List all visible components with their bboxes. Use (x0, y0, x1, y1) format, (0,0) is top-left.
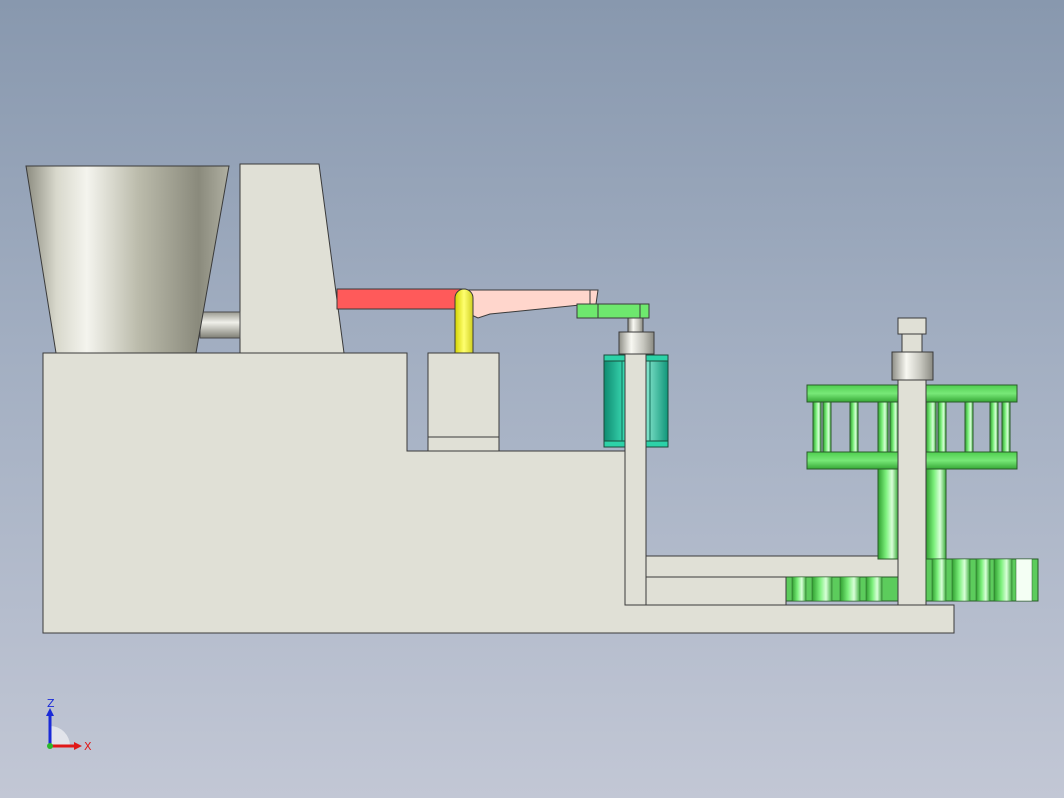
frame-post-right[interactable] (897, 379, 927, 606)
triad-origin-icon (47, 743, 53, 749)
yellow-link[interactable] (454, 288, 474, 354)
slider-block[interactable] (427, 352, 500, 452)
cad-viewport[interactable] (0, 0, 1064, 798)
x-axis-label: X (84, 740, 92, 753)
axis-triad: Z X (46, 697, 92, 753)
upright-block[interactable] (239, 163, 345, 354)
frame-post-left[interactable] (624, 353, 647, 606)
post-cap[interactable] (897, 317, 927, 335)
z-axis-label: Z (47, 697, 55, 710)
cylinder-pin[interactable] (627, 317, 644, 333)
triad-quadrant (50, 726, 70, 746)
green-lever[interactable] (576, 303, 650, 319)
green-gear-right[interactable] (925, 558, 1039, 602)
post-bushing[interactable] (891, 351, 934, 381)
frame-rail-upper[interactable] (645, 555, 899, 578)
cylinder-bushing[interactable] (618, 331, 655, 355)
red-arm[interactable] (336, 288, 466, 310)
post-shaft (901, 333, 923, 353)
frame-rail-lower[interactable] (645, 576, 787, 606)
hopper[interactable] (25, 165, 230, 354)
green-gear-left[interactable] (785, 576, 899, 602)
hopper-shaft[interactable] (199, 311, 241, 339)
x-axis-arrow-icon (74, 742, 82, 750)
